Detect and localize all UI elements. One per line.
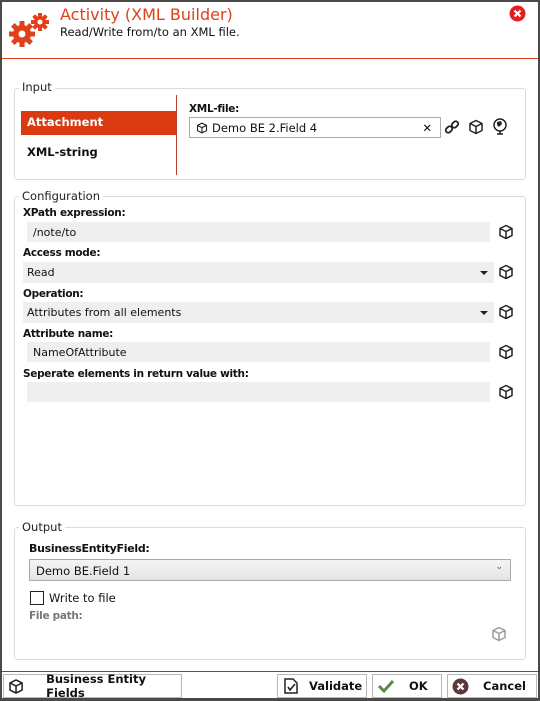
separator-input[interactable] bbox=[27, 382, 490, 402]
dialog-title: Activity (XML Builder) bbox=[60, 5, 233, 24]
business-entity-fields-label: Business Entity Fields bbox=[46, 672, 146, 700]
cube-icon[interactable] bbox=[468, 119, 484, 135]
xml-file-label: XML-file: bbox=[189, 103, 239, 115]
access-mode-select[interactable]: Read bbox=[23, 262, 494, 283]
separator-label: Seperate elements in return value with: bbox=[23, 368, 249, 380]
attribute-name-input[interactable]: NameOfAttribute bbox=[27, 342, 490, 362]
close-icon[interactable] bbox=[509, 5, 526, 22]
header-divider bbox=[2, 58, 538, 59]
xml-file-value: Demo BE 2.Field 4 bbox=[212, 120, 318, 135]
cube-icon[interactable] bbox=[498, 384, 514, 400]
business-entity-fields-button[interactable]: Business Entity Fields bbox=[3, 672, 182, 700]
operation-select[interactable]: Attributes from all elements bbox=[23, 302, 494, 323]
tab-attachment[interactable]: Attachment bbox=[21, 111, 176, 135]
gears-icon bbox=[9, 13, 49, 47]
write-to-file-checkbox[interactable] bbox=[30, 591, 44, 605]
file-path-label: File path: bbox=[29, 610, 83, 622]
xpath-label: XPath expression: bbox=[23, 207, 126, 219]
chevron-down-icon: ⌄ bbox=[495, 562, 503, 572]
operation-value: Attributes from all elements bbox=[27, 306, 182, 319]
write-to-file-label: Write to file bbox=[49, 591, 116, 605]
bef-value: Demo BE.Field 1 bbox=[36, 564, 131, 578]
cube-icon bbox=[9, 678, 23, 694]
cube-icon[interactable] bbox=[498, 264, 514, 280]
dialog-subtitle: Read/Write from/to an XML file. bbox=[60, 25, 240, 39]
input-legend: Input bbox=[19, 80, 55, 94]
cube-icon[interactable] bbox=[498, 344, 514, 360]
operation-label: Operation: bbox=[23, 288, 84, 300]
ok-button[interactable]: OK bbox=[372, 674, 442, 698]
cube-icon bbox=[196, 122, 208, 133]
cube-icon[interactable] bbox=[498, 304, 514, 320]
ok-label: OK bbox=[409, 679, 428, 693]
access-mode-label: Access mode: bbox=[23, 247, 101, 259]
check-icon bbox=[377, 679, 395, 694]
xml-file-input[interactable]: Demo BE 2.Field 4 ✕ bbox=[189, 117, 441, 138]
xpath-input[interactable]: /note/to bbox=[27, 222, 490, 242]
bef-select[interactable]: Demo BE.Field 1 ⌄ bbox=[29, 559, 511, 581]
validate-label: Validate bbox=[309, 679, 363, 693]
cancel-icon bbox=[452, 678, 469, 694]
cancel-button[interactable]: Cancel bbox=[447, 674, 537, 698]
validate-button[interactable]: Validate bbox=[277, 674, 367, 698]
bef-label: BusinessEntityField: bbox=[29, 542, 150, 555]
cancel-label: Cancel bbox=[483, 679, 526, 693]
access-mode-value: Read bbox=[27, 266, 55, 279]
link-icon[interactable] bbox=[444, 119, 460, 135]
cube-icon bbox=[492, 626, 506, 642]
globe-icon[interactable] bbox=[492, 118, 508, 136]
configuration-legend: Configuration bbox=[19, 189, 103, 203]
attribute-name-label: Attribute name: bbox=[23, 328, 114, 340]
output-legend: Output bbox=[19, 520, 65, 534]
tab-xml-string[interactable]: XML-string bbox=[21, 141, 176, 163]
tab-divider bbox=[176, 95, 177, 175]
clear-icon[interactable]: ✕ bbox=[422, 121, 432, 135]
validate-icon bbox=[284, 678, 298, 694]
cube-icon[interactable] bbox=[498, 224, 514, 240]
